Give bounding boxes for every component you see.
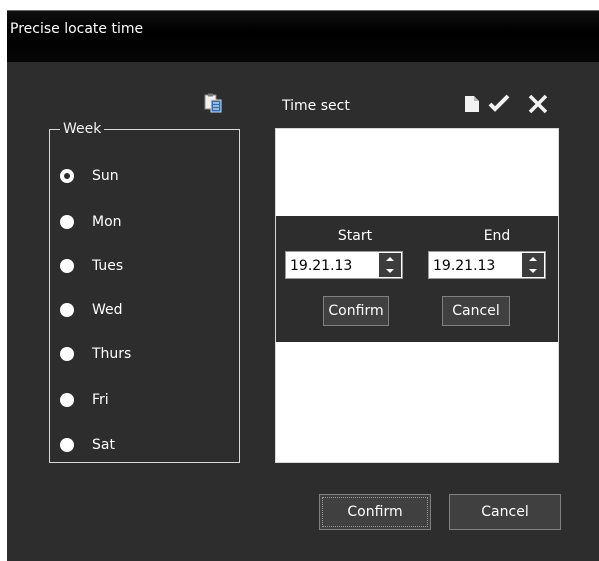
checkmark-icon[interactable] (488, 93, 510, 115)
radio-button[interactable] (60, 215, 74, 229)
radio-button[interactable] (60, 259, 74, 273)
editor-confirm-button[interactable]: Confirm (323, 296, 389, 326)
editor-cancel-button[interactable]: Cancel (442, 296, 510, 326)
radio-label: Mon (92, 214, 122, 230)
week-group: Week Sun Mon Tues Wed Thurs Fri Sat (49, 120, 240, 463)
confirm-button[interactable]: Confirm (319, 494, 431, 530)
radio-label: Thurs (92, 346, 132, 362)
radio-label: Tues (92, 258, 124, 274)
radio-button[interactable] (60, 303, 74, 317)
cancel-button[interactable]: Cancel (449, 494, 561, 530)
window-title: Precise locate time (10, 21, 144, 37)
start-spin-buttons (379, 253, 401, 277)
radio-sun[interactable]: Sun (60, 166, 220, 188)
end-spin-buttons (522, 253, 544, 277)
radio-label: Sun (92, 168, 119, 184)
start-time-spinner[interactable] (285, 251, 403, 279)
end-time-spinner[interactable] (428, 251, 546, 279)
time-section-panel[interactable]: Start End Confirm Cancel (275, 128, 559, 463)
start-time-input[interactable] (290, 257, 368, 275)
radio-button[interactable] (60, 393, 74, 407)
end-time-input[interactable] (433, 257, 511, 275)
end-label: End (483, 228, 511, 244)
title-bar[interactable]: Precise locate time (7, 11, 599, 62)
precise-locate-time-dialog: Precise locate time Week Sun Mon Tues We… (7, 10, 599, 561)
spin-down-arrow-icon[interactable] (522, 265, 544, 277)
close-icon[interactable] (527, 93, 549, 115)
radio-button[interactable] (60, 438, 74, 452)
radio-thurs[interactable]: Thurs (60, 344, 220, 366)
time-range-editor: Start End Confirm Cancel (276, 216, 558, 342)
radio-fri[interactable]: Fri (60, 390, 220, 412)
radio-label: Wed (92, 302, 123, 318)
spin-down-arrow-icon[interactable] (379, 265, 401, 277)
radio-tues[interactable]: Tues (60, 256, 220, 278)
radio-label: Fri (92, 392, 109, 408)
new-document-icon[interactable] (461, 93, 483, 115)
radio-label: Sat (92, 437, 115, 453)
clipboard-icon[interactable] (203, 93, 223, 113)
radio-sat[interactable]: Sat (60, 435, 220, 457)
radio-button[interactable] (60, 169, 74, 183)
radio-mon[interactable]: Mon (60, 212, 220, 234)
start-label: Start (337, 228, 373, 244)
radio-wed[interactable]: Wed (60, 300, 220, 322)
radio-button[interactable] (60, 347, 74, 361)
week-legend: Week (60, 120, 105, 138)
time-sect-label: Time sect (282, 98, 350, 114)
